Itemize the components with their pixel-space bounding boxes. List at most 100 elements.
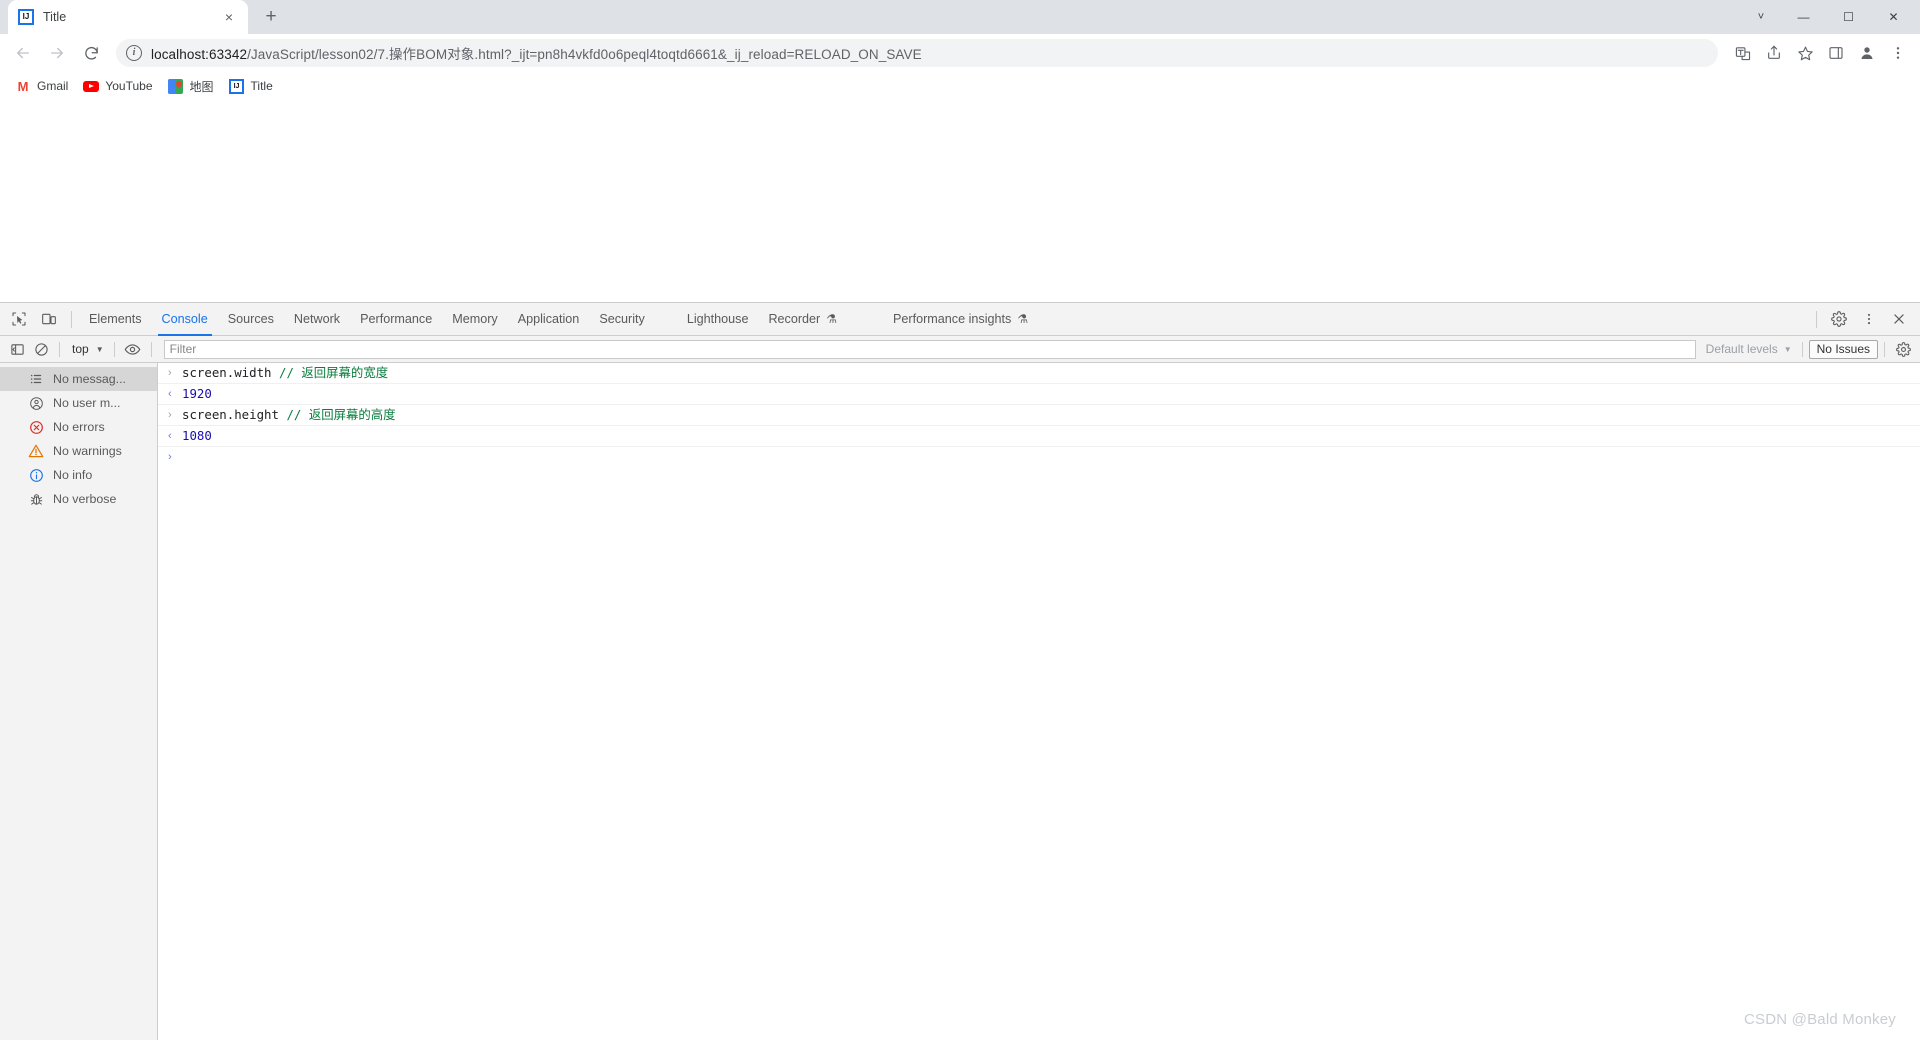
tab-memory[interactable]: Memory: [442, 303, 507, 336]
settings-gear-icon[interactable]: [1825, 306, 1853, 332]
tab-title: Title: [43, 10, 67, 24]
url-path: /JavaScript/lesson02/7.操作BOM对象.html?_ijt…: [247, 47, 922, 62]
inspect-element-icon[interactable]: [5, 306, 33, 332]
tab-recorder[interactable]: Recorder ⚗: [758, 303, 847, 336]
chevron-down-icon[interactable]: ˅: [1741, 0, 1781, 34]
clear-console-icon[interactable]: [29, 338, 53, 360]
sidebar-item-info[interactable]: No info: [0, 463, 157, 487]
bookmark-title[interactable]: IJ Title: [224, 75, 281, 97]
bookmarks-bar: M Gmail YouTube 地图 IJ Title: [0, 72, 1920, 101]
divider: [1816, 310, 1817, 328]
device-toolbar-icon[interactable]: [35, 306, 63, 332]
bookmark-star-icon[interactable]: [1791, 39, 1819, 67]
tab-label: Network: [293, 312, 341, 326]
console-log-area[interactable]: › screen.width // 返回屏幕的宽度 ‹ 1920 › scree…: [158, 363, 1920, 1040]
filter-input[interactable]: Filter: [163, 339, 1696, 359]
side-panel-icon[interactable]: [1822, 39, 1850, 67]
tab-strip: IJ Title × + ˅ — ☐ ✕: [0, 0, 1920, 34]
output-arrow-icon: ‹: [168, 388, 172, 400]
browser-window: IJ Title × + ˅ — ☐ ✕ i localhost:63342/J…: [0, 0, 1920, 1040]
tab-label: Elements: [89, 312, 142, 326]
sidebar-item-label: No messag...: [53, 372, 126, 386]
watermark: CSDN @Bald Monkey: [1743, 1011, 1896, 1028]
sidebar-item-user-messages[interactable]: No user m...: [0, 391, 157, 415]
flask-icon: ⚗: [826, 312, 838, 326]
tab-label: Performance: [360, 312, 433, 326]
tab-performance[interactable]: Performance: [350, 303, 442, 336]
sidebar-item-warnings[interactable]: No warnings: [0, 439, 157, 463]
log-levels-selector[interactable]: Default levels ▼: [1702, 339, 1796, 359]
divider: [1884, 341, 1885, 357]
maximize-icon[interactable]: ☐: [1826, 0, 1871, 34]
error-icon: [28, 419, 44, 435]
log-levels-value: Default levels: [1705, 342, 1778, 356]
input-arrow-icon: ›: [168, 409, 172, 421]
more-options-icon[interactable]: [1855, 306, 1883, 332]
execution-context-value: top: [72, 342, 89, 356]
live-expression-icon[interactable]: [121, 338, 145, 360]
console-comment: // 返回屏幕的宽度: [278, 365, 389, 380]
console-prompt-row[interactable]: ›: [158, 447, 1920, 468]
issues-button[interactable]: No Issues: [1808, 339, 1878, 359]
info-icon: [28, 467, 44, 483]
close-icon[interactable]: ×: [220, 8, 238, 26]
reload-icon[interactable]: [76, 38, 106, 68]
window-close-icon[interactable]: ✕: [1871, 0, 1916, 34]
console-sidebar: No messag... No user m... No errors No w…: [0, 363, 158, 1040]
devtools-panel: Elements Console Sources Network Perform…: [0, 302, 1920, 1040]
bookmark-gmail[interactable]: M Gmail: [10, 75, 76, 97]
divider: [59, 341, 60, 357]
divider: [113, 341, 115, 357]
bookmark-maps[interactable]: 地图: [163, 75, 222, 98]
devtools-tabbar-actions: [1809, 306, 1920, 332]
site-info-icon[interactable]: i: [126, 45, 142, 61]
intellij-idea-icon: IJ: [18, 9, 34, 25]
tab-application[interactable]: Application: [508, 303, 590, 336]
address-bar[interactable]: i localhost:63342/JavaScript/lesson02/7.…: [116, 39, 1718, 67]
console-body: No messag... No user m... No errors No w…: [0, 363, 1920, 1040]
sidebar-item-errors[interactable]: No errors: [0, 415, 157, 439]
profile-icon[interactable]: [1853, 39, 1881, 67]
share-icon[interactable]: [1760, 39, 1788, 67]
input-arrow-icon: ›: [168, 367, 172, 379]
tab-performance-insights[interactable]: Performance insights ⚗: [883, 303, 1038, 336]
chevron-down-icon: ▼: [95, 344, 104, 354]
console-output-row: ‹ 1920: [158, 384, 1920, 405]
execution-context-selector[interactable]: top ▼: [66, 339, 108, 359]
prompt-arrow-icon: ›: [168, 451, 172, 463]
sidebar-item-messages[interactable]: No messag...: [0, 367, 157, 391]
tab-elements[interactable]: Elements: [79, 303, 152, 336]
browser-tab[interactable]: IJ Title ×: [8, 0, 248, 34]
console-comment: // 返回屏幕的高度: [286, 407, 396, 422]
url-text: localhost:63342/JavaScript/lesson02/7.操作…: [151, 43, 922, 63]
intellij-idea-icon: IJ: [229, 78, 245, 94]
forward-icon[interactable]: [42, 38, 72, 68]
bookmark-label: YouTube: [105, 79, 153, 93]
google-maps-icon: [168, 78, 184, 94]
tab-security[interactable]: Security: [589, 303, 655, 336]
page-viewport: [0, 101, 1920, 302]
tab-lighthouse[interactable]: Lighthouse: [677, 303, 759, 336]
translate-icon[interactable]: [1729, 39, 1757, 67]
minimize-icon[interactable]: —: [1781, 0, 1826, 34]
bookmark-label: 地图: [189, 79, 214, 94]
tab-label: Lighthouse: [686, 312, 749, 326]
new-tab-button[interactable]: +: [256, 2, 286, 32]
back-icon[interactable]: [8, 38, 38, 68]
tab-label: Sources: [227, 312, 274, 326]
console-input-row: › screen.width // 返回屏幕的宽度: [158, 363, 1920, 384]
close-devtools-icon[interactable]: [1885, 306, 1913, 332]
console-settings-icon[interactable]: [1891, 338, 1915, 360]
chevron-down-icon: ▼: [1783, 344, 1792, 354]
flask-icon: ⚗: [1017, 312, 1029, 326]
sidebar-item-verbose[interactable]: No verbose: [0, 487, 157, 511]
tab-sources[interactable]: Sources: [218, 303, 284, 336]
verbose-bug-icon: [28, 491, 44, 507]
bookmark-youtube[interactable]: YouTube: [78, 75, 160, 97]
console-code: screen.width // 返回屏幕的宽度: [182, 365, 389, 380]
tab-console[interactable]: Console: [152, 303, 218, 336]
chrome-menu-icon[interactable]: [1884, 39, 1912, 67]
console-sidebar-toggle-icon[interactable]: [5, 338, 29, 360]
tab-label: Memory: [452, 312, 498, 326]
tab-network[interactable]: Network: [284, 303, 350, 336]
